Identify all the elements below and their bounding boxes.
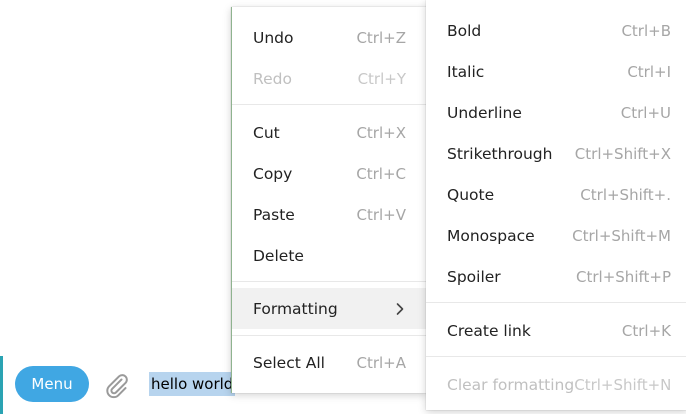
menu-item-create-link[interactable]: Create link Ctrl+K [426,310,686,351]
menu-item-paste[interactable]: Paste Ctrl+V [232,194,427,235]
context-menu: Undo Ctrl+Z Redo Ctrl+Y Cut Ctrl+X Copy … [231,7,427,393]
menu-separator [426,302,686,303]
menu-item-select-all[interactable]: Select All Ctrl+A [232,342,427,383]
menu-item-shortcut: Ctrl+Shift+P [576,267,671,286]
menu-item-undo[interactable]: Undo Ctrl+Z [232,17,427,58]
menu-item-label: Cut [253,123,280,142]
menu-item-label: Select All [253,353,325,372]
menu-item-label: Spoiler [447,267,501,286]
menu-item-copy[interactable]: Copy Ctrl+C [232,153,427,194]
menu-item-delete[interactable]: Delete [232,235,427,276]
menu-item-redo[interactable]: Redo Ctrl+Y [232,58,427,99]
menu-item-label: Formatting [253,299,338,318]
menu-item-shortcut: Ctrl+Z [356,28,406,47]
menu-item-shortcut: Ctrl+A [356,353,406,372]
menu-item-spoiler[interactable]: Spoiler Ctrl+Shift+P [426,256,686,297]
menu-item-label: Paste [253,205,295,224]
paperclip-icon[interactable] [101,370,131,400]
menu-item-shortcut: Ctrl+V [356,205,406,224]
menu-item-label: Create link [447,321,531,340]
message-input-selected-text[interactable]: hello world [149,372,236,396]
menu-item-shortcut: Ctrl+Shift+N [574,375,672,394]
menu-item-shortcut: Ctrl+B [621,21,671,40]
menu-item-shortcut: Ctrl+Shift+. [580,185,671,204]
menu-item-label: Underline [447,103,522,122]
menu-item-label: Redo [253,69,292,88]
menu-item-cut[interactable]: Cut Ctrl+X [232,112,427,153]
menu-item-label: Copy [253,164,293,183]
menu-item-label: Strikethrough [447,144,553,163]
menu-item-label: Italic [447,62,485,81]
menu-separator [232,281,427,282]
menu-item-shortcut: Ctrl+C [356,164,406,183]
menu-item-clear-formatting[interactable]: Clear formatting Ctrl+Shift+N [426,364,686,405]
menu-item-shortcut: Ctrl+I [627,62,671,81]
menu-separator [232,335,427,336]
menu-item-monospace[interactable]: Monospace Ctrl+Shift+M [426,215,686,256]
menu-item-label: Delete [253,246,304,265]
menu-item-shortcut: Ctrl+U [620,103,671,122]
chevron-right-icon [394,302,406,316]
menu-item-shortcut: Ctrl+Shift+M [572,226,671,245]
menu-item-label: Clear formatting [447,375,575,394]
menu-button[interactable]: Menu [15,366,89,402]
menu-item-label: Bold [447,21,482,40]
menu-separator [426,356,686,357]
menu-item-strikethrough[interactable]: Strikethrough Ctrl+Shift+X [426,133,686,174]
composer-accent-bar [0,356,3,414]
menu-item-label: Monospace [447,226,535,245]
formatting-submenu: Bold Ctrl+B Italic Ctrl+I Underline Ctrl… [426,0,686,410]
menu-item-shortcut: Ctrl+Shift+X [574,144,671,163]
menu-item-underline[interactable]: Underline Ctrl+U [426,92,686,133]
menu-item-shortcut: Ctrl+K [621,321,671,340]
menu-item-formatting[interactable]: Formatting [232,288,427,329]
menu-item-shortcut: Ctrl+Y [357,69,406,88]
menu-item-shortcut: Ctrl+X [356,123,406,142]
menu-separator [232,104,427,105]
menu-item-quote[interactable]: Quote Ctrl+Shift+. [426,174,686,215]
menu-item-bold[interactable]: Bold Ctrl+B [426,10,686,51]
menu-item-label: Undo [253,28,294,47]
menu-item-italic[interactable]: Italic Ctrl+I [426,51,686,92]
menu-item-label: Quote [447,185,495,204]
